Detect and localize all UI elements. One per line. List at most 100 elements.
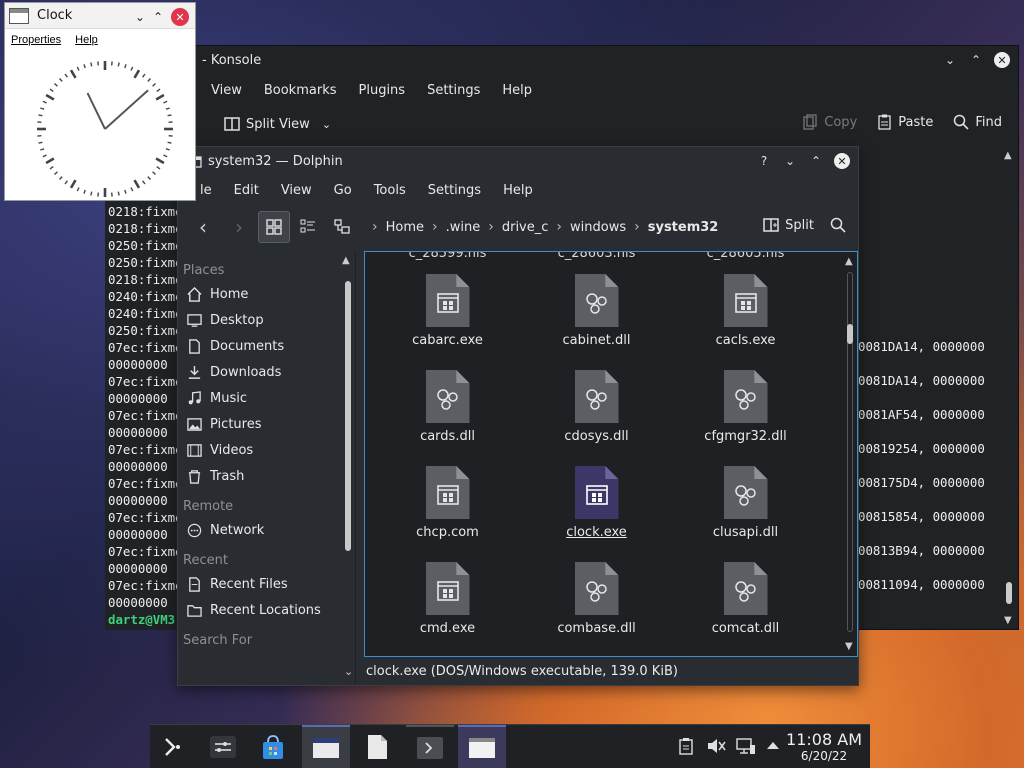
menu-settings[interactable]: Settings bbox=[417, 183, 492, 198]
taskbar-discover[interactable] bbox=[250, 725, 296, 768]
menu-bookmarks[interactable]: Bookmarks bbox=[253, 83, 348, 98]
app-launcher-button[interactable] bbox=[150, 725, 196, 768]
scroll-up-icon[interactable]: ▲ bbox=[342, 255, 350, 266]
taskbar-clock[interactable] bbox=[458, 725, 506, 768]
split-button[interactable]: Split bbox=[763, 217, 814, 233]
find-button[interactable]: Find bbox=[945, 114, 1010, 130]
breadcrumb-system32[interactable]: system32 bbox=[648, 220, 719, 235]
minimize-button[interactable]: ⌄ bbox=[135, 10, 145, 24]
breadcrumb-wine[interactable]: .wine bbox=[446, 220, 481, 235]
taskbar-file[interactable] bbox=[354, 725, 400, 768]
menu-plugins[interactable]: Plugins bbox=[348, 83, 417, 98]
close-button[interactable]: ✕ bbox=[994, 52, 1010, 68]
scrollbar-thumb[interactable] bbox=[847, 324, 853, 344]
places-item-documents[interactable]: Documents bbox=[178, 333, 355, 359]
menu-tools[interactable]: Tools bbox=[363, 183, 417, 198]
menu-help[interactable]: Help bbox=[492, 183, 544, 198]
terminal-prompt: dartz@VM3 bbox=[108, 612, 176, 627]
scrollbar-thumb[interactable] bbox=[1006, 582, 1012, 604]
chevron-up-icon[interactable] bbox=[766, 739, 780, 754]
clock-date: 6/20/22 bbox=[800, 749, 848, 763]
copy-button[interactable]: Copy bbox=[795, 114, 865, 130]
clock-tick bbox=[49, 88, 54, 92]
terminal-line: 00813B94, 0000000 bbox=[858, 543, 985, 558]
menu-help[interactable]: Help bbox=[491, 83, 543, 98]
menu-help[interactable]: Help bbox=[75, 34, 98, 46]
search-button[interactable] bbox=[830, 217, 846, 237]
file-item[interactable]: chcp.com bbox=[373, 444, 522, 540]
paste-button[interactable]: Paste bbox=[869, 114, 941, 130]
tree-icon bbox=[334, 219, 350, 234]
places-item-recent-files[interactable]: Recent Files bbox=[178, 571, 355, 597]
file-item[interactable]: cards.dll bbox=[373, 348, 522, 444]
places-item-pictures[interactable]: Pictures bbox=[178, 411, 355, 437]
maximize-button[interactable]: ⌃ bbox=[153, 10, 163, 24]
places-item-home[interactable]: Home bbox=[178, 281, 355, 307]
maximize-button[interactable]: ⌃ bbox=[808, 153, 824, 169]
forward-button[interactable]: › bbox=[222, 212, 256, 242]
chevron-down-icon[interactable]: ⌄ bbox=[344, 665, 353, 678]
places-item-trash[interactable]: Trash bbox=[178, 463, 355, 489]
clipboard-icon[interactable] bbox=[678, 737, 694, 759]
dolphin-menubar: le Edit View Go Tools Settings Help bbox=[178, 175, 858, 205]
clock-tick bbox=[83, 64, 86, 69]
help-button[interactable]: ? bbox=[756, 153, 772, 169]
details-view-button[interactable] bbox=[326, 211, 358, 243]
places-item-music[interactable]: Music bbox=[178, 385, 355, 411]
file-item[interactable]: cdosys.dll bbox=[522, 348, 671, 444]
file-item[interactable]: cabarc.exe bbox=[373, 252, 522, 348]
places-item-downloads[interactable]: Downloads bbox=[178, 359, 355, 385]
music-icon bbox=[186, 390, 202, 406]
split-view-button[interactable]: Split View ⌄ bbox=[216, 116, 339, 132]
taskbar-dolphin[interactable] bbox=[302, 725, 350, 768]
file-item[interactable]: clusapi.dll bbox=[671, 444, 820, 540]
file-item[interactable]: combase.dll bbox=[522, 540, 671, 636]
volume-muted-icon[interactable] bbox=[706, 737, 726, 759]
file-item[interactable]: cacls.exe bbox=[671, 252, 820, 348]
minimize-button[interactable]: ⌄ bbox=[782, 153, 798, 169]
videos-icon bbox=[186, 442, 202, 458]
system-clock[interactable]: 11:08 AM 6/20/22 bbox=[786, 731, 862, 764]
places-item-videos[interactable]: Videos bbox=[178, 437, 355, 463]
terminal-scrollbar[interactable]: ▲ ▼ bbox=[1002, 146, 1016, 626]
scroll-down-icon[interactable]: ▼ bbox=[1004, 615, 1012, 626]
breadcrumb-drive-c[interactable]: drive_c bbox=[502, 220, 549, 235]
places-scrollbar[interactable]: ▲ bbox=[341, 255, 355, 679]
network-icon[interactable] bbox=[736, 737, 756, 759]
file-item[interactable]: cfgmgr32.dll bbox=[671, 348, 820, 444]
breadcrumb-home[interactable]: Home bbox=[386, 220, 424, 235]
file-view-scrollbar[interactable]: ▲ ▼ bbox=[843, 252, 857, 656]
breadcrumb-windows[interactable]: windows bbox=[570, 220, 626, 235]
icons-view-button[interactable] bbox=[258, 211, 290, 243]
minimize-button[interactable]: ⌄ bbox=[942, 52, 958, 68]
menu-edit[interactable]: Edit bbox=[223, 183, 270, 198]
places-item-desktop[interactable]: Desktop bbox=[178, 307, 355, 333]
menu-go[interactable]: Go bbox=[323, 183, 363, 198]
remote-section-title: Remote bbox=[183, 499, 234, 514]
file-item[interactable]: cabinet.dll bbox=[522, 252, 671, 348]
chevron-down-icon: ⌄ bbox=[321, 117, 332, 131]
file-item[interactable]: comcat.dll bbox=[671, 540, 820, 636]
menu-view[interactable]: View bbox=[200, 83, 253, 98]
taskbar-konsole[interactable] bbox=[406, 725, 454, 768]
back-button[interactable]: ‹ bbox=[186, 212, 220, 242]
maximize-button[interactable]: ⌃ bbox=[968, 52, 984, 68]
scroll-up-icon[interactable]: ▲ bbox=[1004, 150, 1012, 161]
places-item-network[interactable]: Network bbox=[178, 517, 355, 543]
places-item-recent-locations[interactable]: Recent Locations bbox=[178, 597, 355, 623]
scroll-up-icon[interactable]: ▲ bbox=[845, 256, 853, 267]
file-name: clusapi.dll bbox=[712, 525, 779, 540]
close-button[interactable]: ✕ bbox=[171, 8, 189, 26]
scroll-down-icon[interactable]: ▼ bbox=[845, 641, 853, 652]
konsole-titlebar[interactable]: - Konsole bbox=[194, 46, 1018, 74]
taskbar-settings[interactable] bbox=[200, 725, 246, 768]
file-view[interactable]: c_28599.nls c_28603.nls c_28605.nls cabarc… bbox=[364, 251, 858, 657]
file-item[interactable]: cmd.exe bbox=[373, 540, 522, 636]
file-item[interactable]: clock.exe bbox=[522, 444, 671, 540]
menu-view[interactable]: View bbox=[270, 183, 323, 198]
menu-settings[interactable]: Settings bbox=[416, 83, 491, 98]
menu-properties[interactable]: Properties bbox=[11, 34, 61, 46]
close-button[interactable]: ✕ bbox=[834, 153, 850, 169]
compact-view-button[interactable] bbox=[292, 211, 324, 243]
scrollbar-thumb[interactable] bbox=[345, 281, 351, 551]
